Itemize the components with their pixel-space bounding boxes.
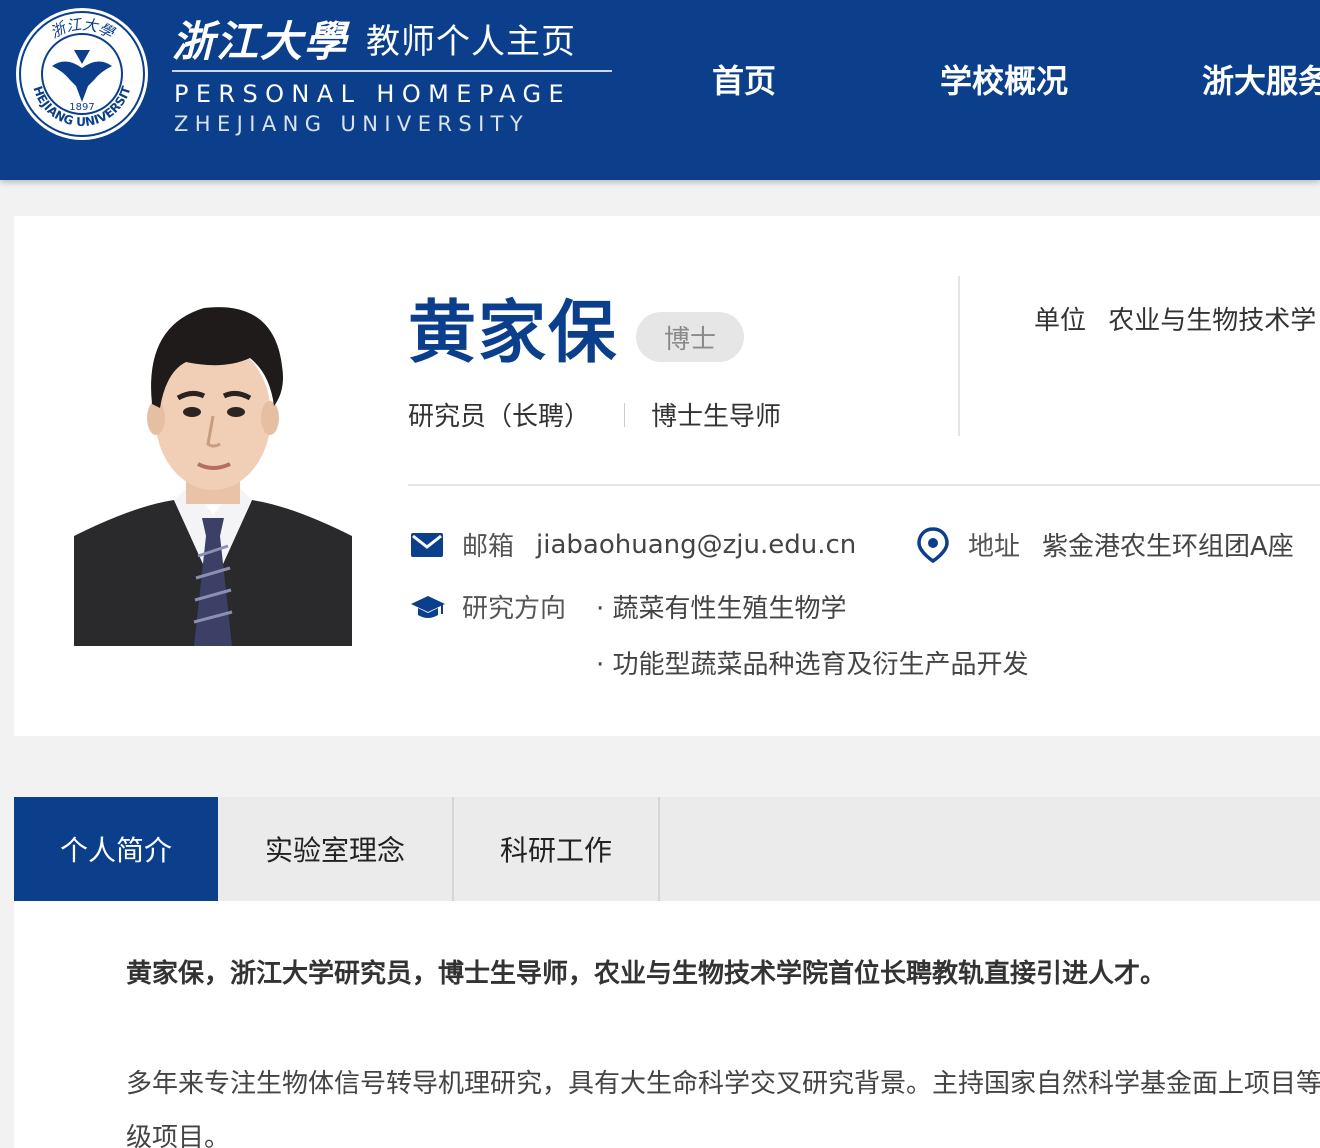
- research-row: 研究方向: [410, 588, 588, 625]
- tab-lab-philosophy[interactable]: 实验室理念: [218, 797, 454, 901]
- supervisor-title: 博士生导师: [651, 402, 782, 432]
- title-row: 研究员（长聘） 博士生导师: [408, 396, 781, 433]
- academic-title: 研究员（长聘）: [408, 402, 591, 432]
- address-row: 地址 紫金港农生环组团A座: [916, 526, 1294, 563]
- profile-card: 黄家保 博士 研究员（长聘） 博士生导师 单位 农业与生物技术学 邮箱 jiab…: [14, 216, 1320, 736]
- brand-calligraphy: 浙江大學: [172, 16, 349, 66]
- brand-en-university: ZHEJIANG UNIVERSITY: [174, 112, 530, 136]
- university-seal-logo[interactable]: 1897 ZHEJIANG UNIVERSITY 浙江大學: [14, 6, 150, 142]
- research-topic-1: · 蔬菜有性生殖生物学: [596, 594, 847, 624]
- degree-badge: 博士: [636, 312, 744, 362]
- title-separator: [624, 402, 626, 427]
- intro-bold-paragraph: 黄家保，浙江大学研究员，博士生导师，农业与生物技术学院首位长聘教轨直接引进人才。: [126, 959, 1167, 989]
- brand-subtitle: 教师个人主页: [366, 22, 577, 61]
- mail-icon: [410, 529, 448, 561]
- unit-label: 单位: [1034, 306, 1087, 336]
- tab-bar: 个人简介 实验室理念 科研工作: [14, 797, 1320, 901]
- research-topic-2: · 功能型蔬菜品种选育及衍生产品开发: [596, 650, 1029, 680]
- email-label: 邮箱: [462, 532, 515, 562]
- profile-photo: [74, 286, 352, 646]
- unit-row: 单位 农业与生物技术学: [1034, 300, 1316, 337]
- brand-en-title: PERSONAL HOMEPAGE: [174, 80, 572, 108]
- site-brand[interactable]: 浙江大學 教师个人主页 PERSONAL HOMEPAGE ZHEJIANG U…: [172, 12, 612, 142]
- content-panel: 黄家保，浙江大学研究员，博士生导师，农业与生物技术学院首位长聘教轨直接引进人才。…: [14, 901, 1320, 1148]
- seal-year: 1897: [69, 102, 94, 113]
- nav-zju-services[interactable]: 浙大服务: [1202, 56, 1320, 102]
- tab-research-work[interactable]: 科研工作: [454, 797, 660, 901]
- nav-home[interactable]: 首页: [712, 56, 776, 102]
- address-label: 地址: [968, 532, 1021, 562]
- graduation-cap-icon: [410, 591, 448, 623]
- vertical-divider: [958, 276, 960, 436]
- profile-name: 黄家保: [408, 294, 619, 373]
- address-value: 紫金港农生环组团A座: [1042, 532, 1294, 562]
- research-label: 研究方向: [462, 594, 567, 624]
- email-value[interactable]: jiabaohuang@zju.edu.cn: [536, 530, 856, 560]
- location-pin-icon: [916, 526, 954, 563]
- unit-value: 农业与生物技术学: [1108, 306, 1317, 336]
- brand-cn-row: 浙江大學 教师个人主页: [172, 12, 577, 66]
- site-header: 1897 ZHEJIANG UNIVERSITY 浙江大學 浙江大學 教师个人主…: [0, 0, 1320, 180]
- intro-paragraph: 多年来专注生物体信号转导机理研究，具有大生命科学交叉研究背景。主持国家自然科学基…: [126, 1069, 1320, 1148]
- tab-personal-profile[interactable]: 个人简介: [14, 797, 218, 901]
- horizontal-divider: [408, 484, 1320, 486]
- email-row: 邮箱 jiabaohuang@zju.edu.cn: [410, 526, 856, 563]
- nav-school-overview[interactable]: 学校概况: [940, 56, 1068, 102]
- brand-divider: [172, 70, 612, 72]
